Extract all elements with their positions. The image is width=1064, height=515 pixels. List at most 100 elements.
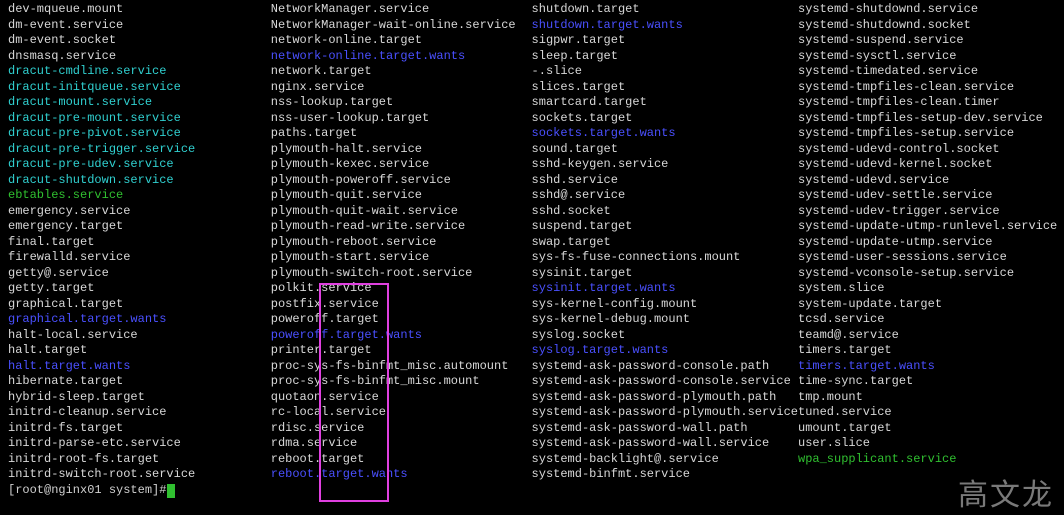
file-entry: dm-event.socket — [8, 33, 271, 49]
file-entry: rdma.service — [271, 436, 532, 452]
file-entry: nss-lookup.target — [271, 95, 532, 111]
file-entry: sound.target — [532, 142, 798, 158]
file-entry: initrd-cleanup.service — [8, 405, 271, 421]
file-entry: tcsd.service — [798, 312, 1056, 328]
file-entry: systemd-udev-settle.service — [798, 188, 1056, 204]
file-entry: graphical.target — [8, 297, 271, 313]
file-entry: systemd-shutdownd.socket — [798, 18, 1056, 34]
file-entry: dracut-pre-udev.service — [8, 157, 271, 173]
file-entry: dracut-pre-trigger.service — [8, 142, 271, 158]
file-entry: poweroff.target.wants — [271, 328, 532, 344]
file-entry: syslog.socket — [532, 328, 798, 344]
file-entry: systemd-user-sessions.service — [798, 250, 1056, 266]
file-entry: systemd-timedated.service — [798, 64, 1056, 80]
file-entry: initrd-parse-etc.service — [8, 436, 271, 452]
file-entry: sys-kernel-config.mount — [532, 297, 798, 313]
file-entry: ebtables.service — [8, 188, 271, 204]
file-entry: system-update.target — [798, 297, 1056, 313]
file-entry: dracut-mount.service — [8, 95, 271, 111]
file-entry: plymouth-quit.service — [271, 188, 532, 204]
file-entry: poweroff.target — [271, 312, 532, 328]
file-entry: systemd-ask-password-wall.path — [532, 421, 798, 437]
file-entry: syslog.target.wants — [532, 343, 798, 359]
file-entry: -.slice — [532, 64, 798, 80]
file-entry: timers.target.wants — [798, 359, 1056, 375]
file-entry: shutdown.target.wants — [532, 18, 798, 34]
file-entry: initrd-root-fs.target — [8, 452, 271, 468]
file-entry: hibernate.target — [8, 374, 271, 390]
file-entry: nginx.service — [271, 80, 532, 96]
file-entry: systemd-tmpfiles-setup-dev.service — [798, 111, 1056, 127]
file-entry: sys-kernel-debug.mount — [532, 312, 798, 328]
file-entry: plymouth-read-write.service — [271, 219, 532, 235]
file-entry: sockets.target — [532, 111, 798, 127]
file-entry: tmp.mount — [798, 390, 1056, 406]
file-entry: reboot.target — [271, 452, 532, 468]
file-entry: umount.target — [798, 421, 1056, 437]
file-entry: network-online.target.wants — [271, 49, 532, 65]
shell-prompt-line[interactable]: [root@nginx01 system]# — [8, 483, 1056, 499]
file-entry: system.slice — [798, 281, 1056, 297]
file-entry: swap.target — [532, 235, 798, 251]
ls-column-1: dev-mqueue.mountdm-event.servicedm-event… — [8, 2, 271, 483]
file-entry: NetworkManager.service — [271, 2, 532, 18]
file-entry: sys-fs-fuse-connections.mount — [532, 250, 798, 266]
file-entry: plymouth-halt.service — [271, 142, 532, 158]
file-entry: wpa_supplicant.service — [798, 452, 1056, 468]
file-entry: getty@.service — [8, 266, 271, 282]
file-entry: paths.target — [271, 126, 532, 142]
file-entry: dracut-pre-mount.service — [8, 111, 271, 127]
file-entry: halt.target — [8, 343, 271, 359]
file-entry: sshd.socket — [532, 204, 798, 220]
file-entry: systemd-binfmt.service — [532, 467, 798, 483]
file-entry: tuned.service — [798, 405, 1056, 421]
shell-prompt: [root@nginx01 system]# — [8, 483, 166, 499]
ls-output: dev-mqueue.mountdm-event.servicedm-event… — [8, 2, 1056, 483]
file-entry: timers.target — [798, 343, 1056, 359]
file-entry: systemd-tmpfiles-clean.timer — [798, 95, 1056, 111]
file-entry: emergency.service — [8, 204, 271, 220]
file-entry: systemd-sysctl.service — [798, 49, 1056, 65]
file-entry: systemd-udevd-control.socket — [798, 142, 1056, 158]
file-entry: systemd-ask-password-plymouth.service — [532, 405, 798, 421]
file-entry: systemd-ask-password-plymouth.path — [532, 390, 798, 406]
file-entry: plymouth-start.service — [271, 250, 532, 266]
file-entry: graphical.target.wants — [8, 312, 271, 328]
file-entry: rdisc.service — [271, 421, 532, 437]
file-entry: sshd-keygen.service — [532, 157, 798, 173]
file-entry: proc-sys-fs-binfmt_misc.automount — [271, 359, 532, 375]
file-entry: firewalld.service — [8, 250, 271, 266]
file-entry: sshd@.service — [532, 188, 798, 204]
file-entry: systemd-tmpfiles-setup.service — [798, 126, 1056, 142]
file-entry: systemd-udev-trigger.service — [798, 204, 1056, 220]
file-entry: printer.target — [271, 343, 532, 359]
file-entry: sigpwr.target — [532, 33, 798, 49]
file-entry: dracut-cmdline.service — [8, 64, 271, 80]
file-entry: slices.target — [532, 80, 798, 96]
file-entry: suspend.target — [532, 219, 798, 235]
file-entry: getty.target — [8, 281, 271, 297]
ls-column-4: systemd-shutdownd.servicesystemd-shutdow… — [798, 2, 1056, 483]
file-entry: systemd-suspend.service — [798, 33, 1056, 49]
file-entry: rc-local.service — [271, 405, 532, 421]
file-entry: proc-sys-fs-binfmt_misc.mount — [271, 374, 532, 390]
file-entry: halt.target.wants — [8, 359, 271, 375]
file-entry: final.target — [8, 235, 271, 251]
file-entry: systemd-update-utmp-runlevel.service — [798, 219, 1056, 235]
file-entry: dm-event.service — [8, 18, 271, 34]
file-entry: sshd.service — [532, 173, 798, 189]
file-entry: user.slice — [798, 436, 1056, 452]
file-entry: systemd-ask-password-console.service — [532, 374, 798, 390]
file-entry: time-sync.target — [798, 374, 1056, 390]
file-entry: dracut-initqueue.service — [8, 80, 271, 96]
file-entry: systemd-udevd-kernel.socket — [798, 157, 1056, 173]
file-entry: systemd-shutdownd.service — [798, 2, 1056, 18]
file-entry: sysinit.target — [532, 266, 798, 282]
file-entry: NetworkManager-wait-online.service — [271, 18, 532, 34]
file-entry: systemd-vconsole-setup.service — [798, 266, 1056, 282]
cursor — [167, 484, 175, 498]
file-entry: reboot.target.wants — [271, 467, 532, 483]
file-entry: plymouth-poweroff.service — [271, 173, 532, 189]
file-entry: plymouth-kexec.service — [271, 157, 532, 173]
file-entry: teamd@.service — [798, 328, 1056, 344]
